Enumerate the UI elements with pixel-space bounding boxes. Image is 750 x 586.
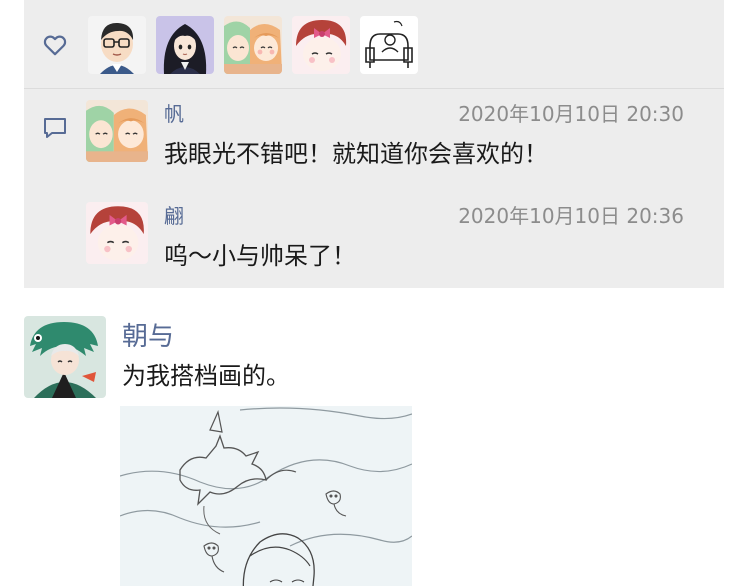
comment-text: 我眼光不错吧！就知道你会喜欢的！ xyxy=(164,140,548,168)
comment-item[interactable]: 翩 2020年10月10日 20:36 呜～小与帅呆了！ xyxy=(86,202,706,282)
interaction-panel: 帆 2020年10月10日 20:30 我眼光不错吧！就知道你会喜欢的！ 翩 2… xyxy=(24,0,724,288)
post-text: 为我搭档画的。 xyxy=(122,362,290,390)
like-avatar-glasses-boy[interactable] xyxy=(88,16,146,74)
heart-icon xyxy=(43,35,67,56)
comment-avatar[interactable] xyxy=(86,100,148,162)
like-avatar-anime-pair[interactable] xyxy=(224,16,282,74)
like-avatar-long-hair-girl[interactable] xyxy=(156,16,214,74)
comment-text: 呜～小与帅呆了！ xyxy=(164,242,356,270)
comment-time: 2020年10月10日 20:30 xyxy=(458,102,684,126)
like-avatar-armchair-sketch[interactable] xyxy=(360,16,418,74)
post-image-dragon-sketch[interactable] xyxy=(120,406,412,586)
comment-avatar[interactable] xyxy=(86,202,148,264)
post-avatar[interactable] xyxy=(24,316,106,398)
comment-time: 2020年10月10日 20:36 xyxy=(458,204,684,228)
comment-icon xyxy=(44,118,66,138)
comment-item[interactable]: 帆 2020年10月10日 20:30 我眼光不错吧！就知道你会喜欢的！ xyxy=(86,100,706,180)
likes-divider xyxy=(24,88,724,89)
likes-row xyxy=(24,0,724,88)
comment-author[interactable]: 翩 xyxy=(164,200,184,229)
like-avatar-bow-girl[interactable] xyxy=(292,16,350,74)
comment-author[interactable]: 帆 xyxy=(164,98,184,127)
post-author-name[interactable]: 朝与 xyxy=(122,316,174,353)
